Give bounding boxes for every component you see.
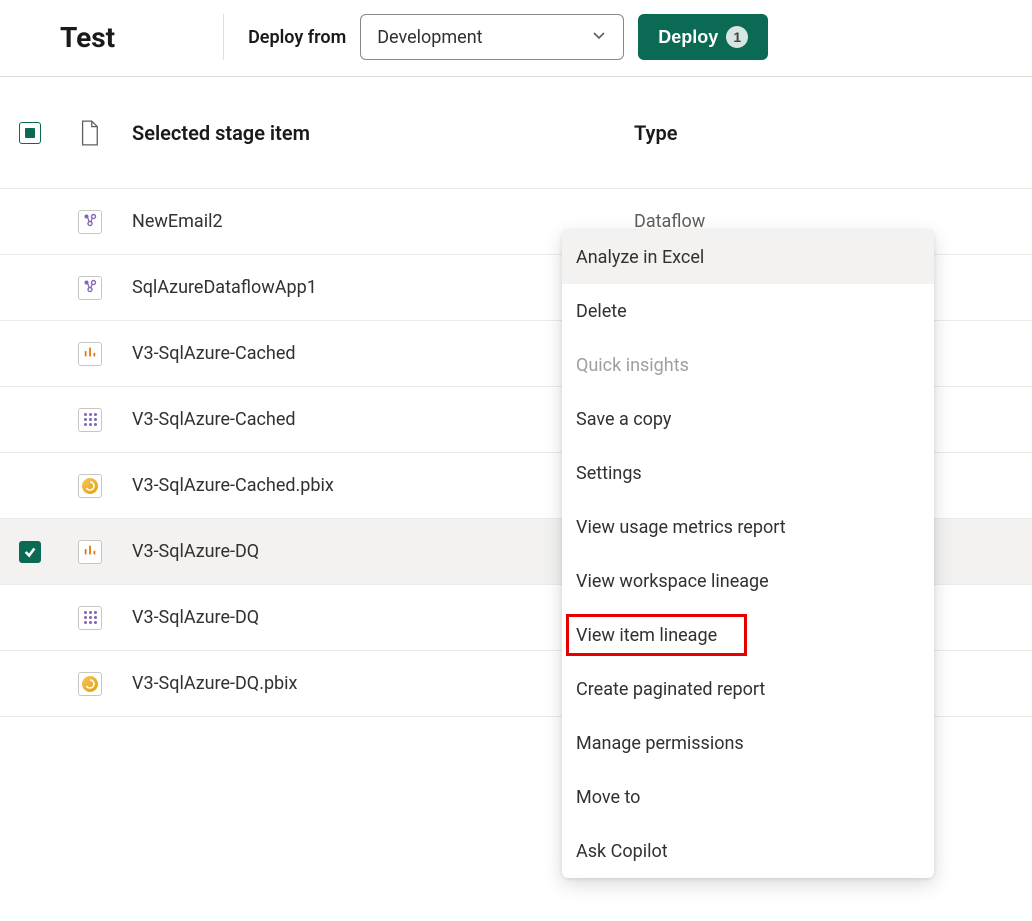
menu-item-manage-permissions[interactable]: Manage permissions — [562, 716, 934, 770]
stage-title: Test — [60, 21, 115, 54]
item-type-icon — [78, 210, 102, 234]
item-type-icon — [78, 540, 102, 564]
column-header-type[interactable]: Type — [634, 121, 1016, 145]
dataset-icon — [84, 413, 97, 426]
menu-item-quick-insights: Quick insights — [562, 338, 934, 392]
deploy-controls: Deploy from Development Deploy 1 — [223, 14, 768, 60]
item-type-icon — [78, 606, 102, 630]
menu-item-move-to[interactable]: Move to — [562, 770, 934, 824]
item-name: V3-SqlAzure-DQ — [132, 607, 634, 628]
menu-item-view-usage-metrics-report[interactable]: View usage metrics report — [562, 500, 934, 554]
pbix-file-icon — [82, 478, 98, 494]
item-name: V3-SqlAzure-Cached — [132, 343, 634, 364]
item-type-icon — [78, 474, 102, 498]
dataflow-icon — [83, 279, 97, 297]
menu-item-view-workspace-lineage[interactable]: View workspace lineage — [562, 554, 934, 608]
file-icon — [60, 119, 132, 147]
item-name: V3-SqlAzure-Cached.pbix — [132, 475, 634, 496]
dataflow-icon — [83, 213, 97, 231]
menu-item-settings[interactable]: Settings — [562, 446, 934, 500]
menu-item-view-item-lineage[interactable]: View item lineage — [562, 608, 934, 662]
select-all-checkbox[interactable] — [19, 122, 41, 144]
row-checkbox[interactable] — [19, 541, 41, 563]
deploy-from-label: Deploy from — [248, 27, 346, 48]
deploy-count-badge: 1 — [726, 26, 748, 48]
menu-item-delete[interactable]: Delete — [562, 284, 934, 338]
report-icon — [83, 345, 97, 363]
table-header: Selected stage item Type — [0, 77, 1032, 189]
item-name: V3-SqlAzure-Cached — [132, 409, 634, 430]
item-type-icon — [78, 672, 102, 696]
deploy-source-select[interactable]: Development — [360, 14, 624, 60]
deploy-source-value: Development — [377, 27, 482, 48]
deploy-button[interactable]: Deploy 1 — [638, 14, 768, 60]
pbix-file-icon — [82, 676, 98, 692]
chevron-down-icon — [591, 27, 607, 48]
menu-item-create-paginated-report[interactable]: Create paginated report — [562, 662, 934, 716]
deploy-button-label: Deploy — [658, 27, 718, 48]
report-icon — [83, 543, 97, 561]
menu-item-save-a-copy[interactable]: Save a copy — [562, 392, 934, 446]
menu-item-analyze-in-excel[interactable]: Analyze in Excel — [562, 230, 934, 284]
item-name: SqlAzureDataflowApp1 — [132, 277, 634, 298]
dataset-icon — [84, 611, 97, 624]
stage-header: Test Deploy from Development Deploy 1 — [0, 0, 1032, 77]
item-name: V3-SqlAzure-DQ — [132, 541, 634, 562]
item-type-icon — [78, 276, 102, 300]
item-name: V3-SqlAzure-DQ.pbix — [132, 673, 634, 694]
item-type-icon — [78, 342, 102, 366]
column-header-name[interactable]: Selected stage item — [132, 121, 634, 145]
item-name: NewEmail2 — [132, 211, 634, 232]
menu-item-ask-copilot[interactable]: Ask Copilot — [562, 824, 934, 878]
context-menu: Analyze in ExcelDeleteQuick insightsSave… — [562, 230, 934, 878]
item-type: Dataflow — [634, 211, 1016, 232]
item-type-icon — [78, 408, 102, 432]
